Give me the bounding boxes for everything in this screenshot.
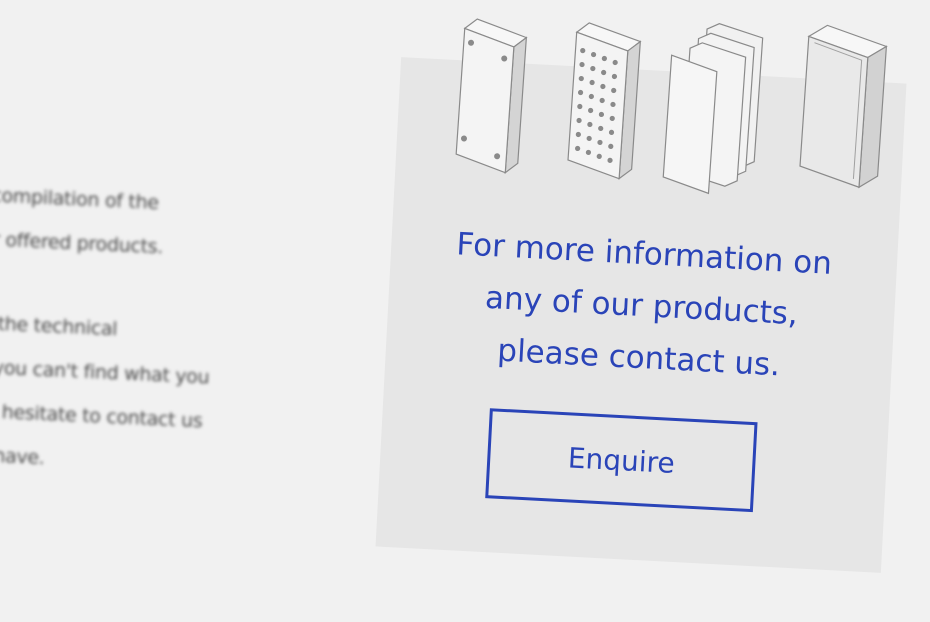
solid-block-icon	[799, 24, 888, 189]
stacked-sheets-icon	[662, 23, 764, 195]
panel-with-corner-holes-icon	[455, 18, 528, 174]
contact-card: For more information on any of our produ…	[375, 18, 907, 573]
page: s a compilation of the f our offered pro…	[0, 0, 930, 622]
perforated-panel-icon	[567, 22, 642, 180]
product-icons	[447, 14, 895, 207]
enquire-button[interactable]: Enquire	[485, 408, 758, 513]
product-description-text: s a compilation of the f our offered pro…	[0, 172, 280, 490]
contact-message: For more information on any of our produ…	[385, 215, 898, 397]
